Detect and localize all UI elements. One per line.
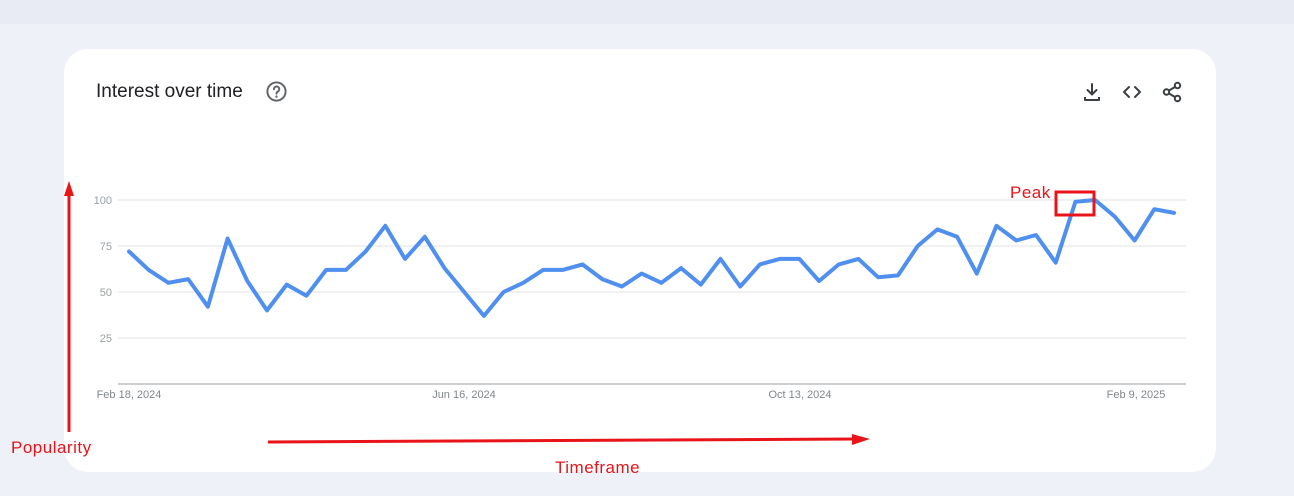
y-tick-label: 25 bbox=[100, 333, 112, 345]
timeframe-label: Timeframe bbox=[555, 458, 641, 477]
popularity-label: Popularity bbox=[11, 438, 92, 457]
x-tick-label: Oct 13, 2024 bbox=[769, 389, 832, 401]
peak-label: Peak bbox=[1010, 183, 1051, 202]
x-tick-label: Feb 9, 2025 bbox=[1107, 389, 1166, 401]
popularity-arrowhead bbox=[64, 181, 74, 196]
y-tick-label: 50 bbox=[100, 287, 112, 299]
x-tick-label: Feb 18, 2024 bbox=[97, 389, 162, 401]
timeframe-arrow-shaft bbox=[267, 437, 856, 444]
interest-chart: 25 50 75 100 Feb 18, 2024 Jun 16, 2024 Oct 13,… bbox=[64, 181, 1186, 445]
x-tick-label: Jun 16, 2024 bbox=[432, 389, 496, 401]
series-line bbox=[127, 198, 1176, 318]
y-tick-label: 100 bbox=[94, 195, 112, 207]
timeframe-arrowhead bbox=[852, 434, 870, 445]
y-tick-label: 75 bbox=[100, 241, 112, 253]
